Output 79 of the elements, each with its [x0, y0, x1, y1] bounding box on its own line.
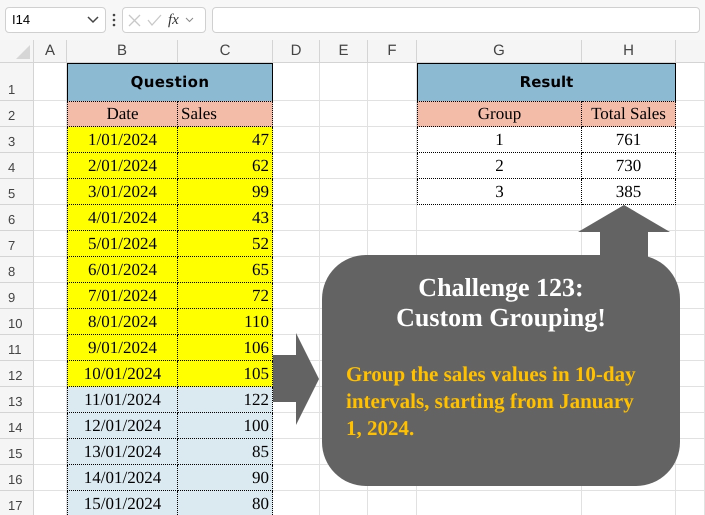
- column-heading: Date: [67, 101, 178, 127]
- table-cell: 105: [178, 361, 273, 387]
- table-cell: 99: [178, 179, 273, 205]
- formula-input[interactable]: [212, 7, 700, 33]
- row-number[interactable]: 15: [0, 439, 34, 465]
- table-cell: 14/01/2024: [67, 465, 178, 491]
- table-cell: 3: [417, 179, 582, 205]
- chevron-down-icon: [184, 17, 194, 23]
- table-cell: 5/01/2024: [67, 231, 178, 257]
- table-cell: 110: [178, 309, 273, 335]
- row-number[interactable]: 2: [0, 101, 34, 127]
- table-cell: 11/01/2024: [67, 387, 178, 413]
- row-number[interactable]: 16: [0, 465, 34, 491]
- table-cell: 13/01/2024: [67, 439, 178, 465]
- function-button[interactable]: fx: [168, 8, 179, 32]
- table-cell: 1: [417, 127, 582, 153]
- row-number[interactable]: 1: [0, 63, 34, 101]
- table-cell: 100: [178, 413, 273, 439]
- table-cell: 122: [178, 387, 273, 413]
- check-icon[interactable]: [147, 14, 162, 26]
- close-icon[interactable]: [128, 14, 141, 26]
- name-box[interactable]: I14: [5, 7, 106, 33]
- row-number[interactable]: 5: [0, 179, 34, 205]
- table-cell: 10/01/2024: [67, 361, 178, 387]
- table-title: Result: [417, 63, 676, 101]
- column-header[interactable]: B: [67, 40, 178, 63]
- row-number[interactable]: 11: [0, 335, 34, 361]
- table-cell: 4/01/2024: [67, 205, 178, 231]
- column-heading: Total Sales: [582, 101, 676, 127]
- table-cell: 8/01/2024: [67, 309, 178, 335]
- column-header[interactable]: H: [582, 40, 676, 63]
- row-number[interactable]: 6: [0, 205, 34, 231]
- table-cell: 52: [178, 231, 273, 257]
- table-cell: 47: [178, 127, 273, 153]
- row-number[interactable]: 8: [0, 257, 34, 283]
- table-cell: 2/01/2024: [67, 153, 178, 179]
- table-cell: 90: [178, 465, 273, 491]
- row-number[interactable]: 13: [0, 387, 34, 413]
- column-header[interactable]: A: [34, 40, 67, 63]
- column-heading: Sales: [178, 101, 273, 127]
- table-cell: 12/01/2024: [67, 413, 178, 439]
- table-cell: 15/01/2024: [67, 491, 178, 515]
- row-number[interactable]: 4: [0, 153, 34, 179]
- row-number[interactable]: 12: [0, 361, 34, 387]
- table-cell: 385: [582, 179, 676, 205]
- column-header[interactable]: C: [178, 40, 273, 63]
- select-all-icon[interactable]: [16, 45, 30, 59]
- column-header[interactable]: E: [320, 40, 368, 63]
- table-cell: 43: [178, 205, 273, 231]
- row-number[interactable]: 7: [0, 231, 34, 257]
- table-title: Question: [67, 63, 273, 101]
- callout-title: Challenge 123: Custom Grouping!: [395, 273, 607, 333]
- table-cell: 9/01/2024: [67, 335, 178, 361]
- table-cell: 62: [178, 153, 273, 179]
- table-cell: 65: [178, 257, 273, 283]
- callout-description: Group the sales values in 10-day intervals, starting from January 1, 2024.: [346, 361, 637, 442]
- row-number[interactable]: 10: [0, 309, 34, 335]
- table-cell: 3/01/2024: [67, 179, 178, 205]
- table-cell: 1/01/2024: [67, 127, 178, 153]
- row-number[interactable]: 3: [0, 127, 34, 153]
- table-cell: 730: [582, 153, 676, 179]
- column-header[interactable]: D: [273, 40, 320, 63]
- row-number[interactable]: 14: [0, 413, 34, 439]
- column-header[interactable]: G: [417, 40, 582, 63]
- row-number[interactable]: 17: [0, 491, 34, 515]
- more-icon[interactable]: [112, 13, 116, 27]
- table-cell: 80: [178, 491, 273, 515]
- column-heading: Group: [417, 101, 582, 127]
- table-cell: 106: [178, 335, 273, 361]
- table-cell: 761: [582, 127, 676, 153]
- table-cell: 72: [178, 283, 273, 309]
- column-header[interactable]: [676, 40, 705, 63]
- table-cell: 7/01/2024: [67, 283, 178, 309]
- column-header[interactable]: F: [368, 40, 417, 63]
- table-cell: 85: [178, 439, 273, 465]
- table-cell: 2: [417, 153, 582, 179]
- row-number[interactable]: 9: [0, 283, 34, 309]
- chevron-down-icon: [87, 16, 99, 24]
- table-cell: 6/01/2024: [67, 257, 178, 283]
